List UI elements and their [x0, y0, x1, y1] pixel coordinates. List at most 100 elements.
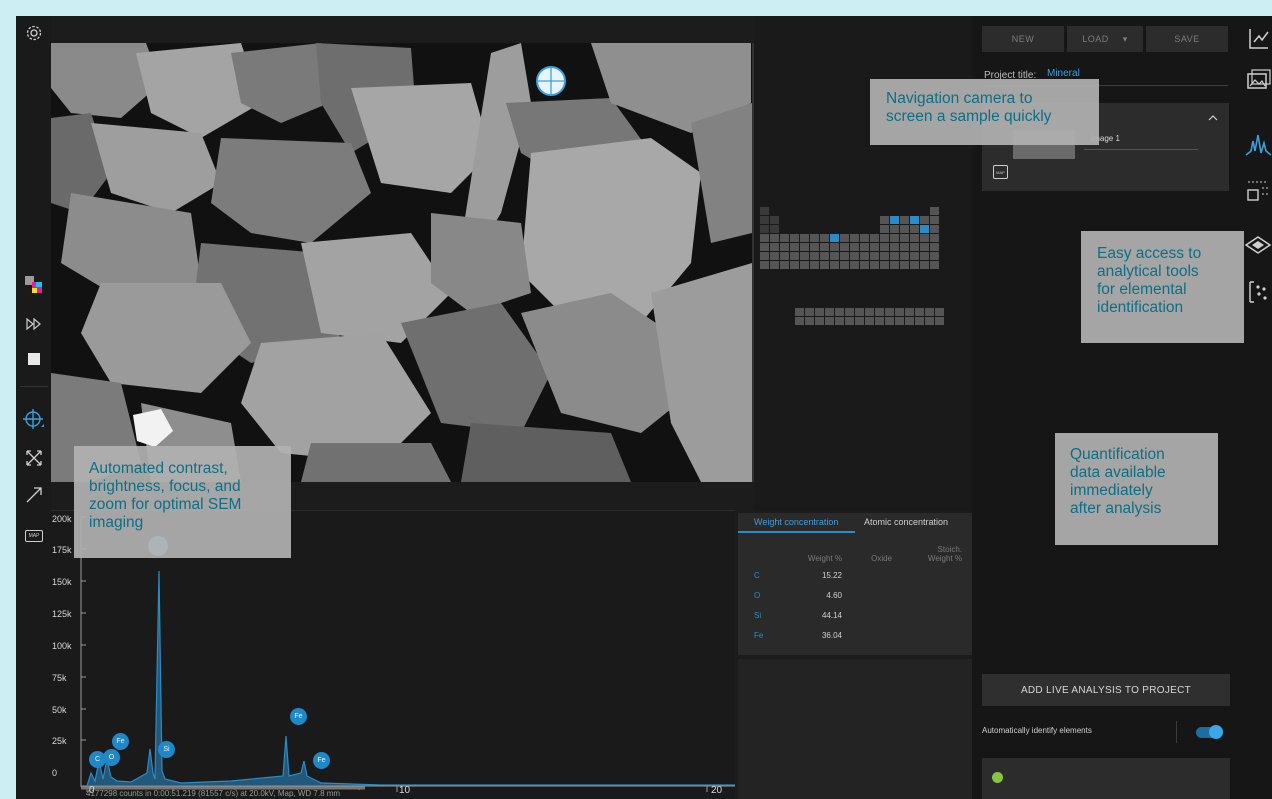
element-cell[interactable]	[770, 243, 779, 251]
element-cell[interactable]	[830, 261, 839, 269]
element-cell[interactable]	[860, 261, 869, 269]
element-cell[interactable]	[910, 216, 919, 224]
element-cell[interactable]	[770, 252, 779, 260]
element-cell[interactable]	[760, 234, 769, 242]
element-cell[interactable]	[890, 243, 899, 251]
element-cell[interactable]	[870, 243, 879, 251]
element-cell[interactable]	[920, 243, 929, 251]
element-cell[interactable]	[810, 252, 819, 260]
element-cell[interactable]	[910, 225, 919, 233]
element-cell[interactable]	[890, 261, 899, 269]
element-cell[interactable]	[795, 317, 804, 325]
element-cell[interactable]	[810, 234, 819, 242]
element-cell[interactable]	[840, 234, 849, 242]
element-cell[interactable]	[850, 252, 859, 260]
element-cell[interactable]	[805, 308, 814, 316]
element-cell[interactable]	[900, 252, 909, 260]
element-cell[interactable]	[850, 243, 859, 251]
element-map-icon[interactable]	[1244, 278, 1272, 306]
element-cell[interactable]	[800, 261, 809, 269]
element-cell[interactable]	[780, 243, 789, 251]
element-cell[interactable]	[915, 317, 924, 325]
arrow-icon[interactable]	[21, 482, 47, 508]
element-cell[interactable]	[930, 234, 939, 242]
peak-label[interactable]: Fe	[112, 733, 129, 750]
element-cell[interactable]	[930, 252, 939, 260]
element-cell[interactable]	[860, 243, 869, 251]
save-button[interactable]: SAVE	[1146, 26, 1228, 52]
element-cell[interactable]	[780, 252, 789, 260]
auto-identify-toggle[interactable]	[1196, 725, 1223, 739]
tab-weight-concentration[interactable]: Weight concentration	[754, 517, 838, 527]
element-cell[interactable]	[760, 243, 769, 251]
fit-arrows-icon[interactable]	[21, 445, 47, 471]
element-cell[interactable]	[885, 317, 894, 325]
element-cell[interactable]	[760, 207, 769, 215]
element-cell[interactable]	[820, 234, 829, 242]
element-cell[interactable]	[840, 252, 849, 260]
element-cell[interactable]	[875, 317, 884, 325]
element-cell[interactable]	[850, 261, 859, 269]
element-cell[interactable]	[905, 308, 914, 316]
element-cell[interactable]	[880, 252, 889, 260]
element-cell[interactable]	[830, 252, 839, 260]
layers-icon[interactable]	[1244, 231, 1272, 259]
element-cell[interactable]	[760, 261, 769, 269]
element-cell[interactable]	[915, 308, 924, 316]
element-cell[interactable]	[845, 317, 854, 325]
element-cell[interactable]	[800, 252, 809, 260]
element-cell[interactable]	[875, 308, 884, 316]
element-cell[interactable]	[825, 308, 834, 316]
element-cell[interactable]	[905, 317, 914, 325]
element-cell[interactable]	[865, 317, 874, 325]
element-cell[interactable]	[930, 261, 939, 269]
element-cell[interactable]	[935, 317, 944, 325]
element-cell[interactable]	[820, 252, 829, 260]
element-cell[interactable]	[770, 261, 779, 269]
element-cell[interactable]	[930, 216, 939, 224]
element-cell[interactable]	[925, 317, 934, 325]
element-cell[interactable]	[880, 261, 889, 269]
element-cell[interactable]	[805, 317, 814, 325]
element-cell[interactable]	[890, 252, 899, 260]
element-cell[interactable]	[760, 216, 769, 224]
element-cell[interactable]	[895, 317, 904, 325]
element-cell[interactable]	[855, 317, 864, 325]
line-scan-icon[interactable]	[1244, 176, 1272, 204]
element-cell[interactable]	[760, 252, 769, 260]
element-cell[interactable]	[820, 261, 829, 269]
element-cell[interactable]	[860, 252, 869, 260]
element-cell[interactable]	[920, 225, 929, 233]
color-palette-icon[interactable]	[21, 272, 47, 298]
element-cell[interactable]	[870, 234, 879, 242]
element-cell[interactable]	[780, 234, 789, 242]
project-title-input[interactable]: Mineral	[1047, 68, 1080, 79]
element-cell[interactable]	[910, 261, 919, 269]
element-cell[interactable]	[870, 252, 879, 260]
element-cell[interactable]	[880, 225, 889, 233]
spectrum-icon[interactable]	[1244, 131, 1272, 159]
element-cell[interactable]	[845, 308, 854, 316]
element-cell[interactable]	[840, 261, 849, 269]
peak-label[interactable]: O	[103, 749, 120, 766]
fast-forward-icon[interactable]	[21, 311, 47, 337]
element-cell[interactable]	[900, 216, 909, 224]
sem-image-viewer[interactable]	[51, 43, 752, 482]
element-cell[interactable]	[760, 225, 769, 233]
element-cell[interactable]	[855, 308, 864, 316]
chart-export-icon[interactable]	[1244, 26, 1272, 54]
element-cell[interactable]	[930, 225, 939, 233]
element-cell[interactable]	[830, 243, 839, 251]
element-cell[interactable]	[860, 234, 869, 242]
element-cell[interactable]	[910, 243, 919, 251]
element-cell[interactable]	[885, 308, 894, 316]
element-cell[interactable]	[920, 252, 929, 260]
element-cell[interactable]	[900, 243, 909, 251]
element-cell[interactable]	[820, 243, 829, 251]
add-live-analysis-button[interactable]: ADD LIVE ANALYSIS TO PROJECT	[982, 674, 1230, 706]
element-cell[interactable]	[790, 261, 799, 269]
element-cell[interactable]	[770, 234, 779, 242]
tab-atomic-concentration[interactable]: Atomic concentration	[864, 517, 948, 527]
element-cell[interactable]	[920, 216, 929, 224]
map-icon[interactable]: MAP	[21, 523, 47, 549]
